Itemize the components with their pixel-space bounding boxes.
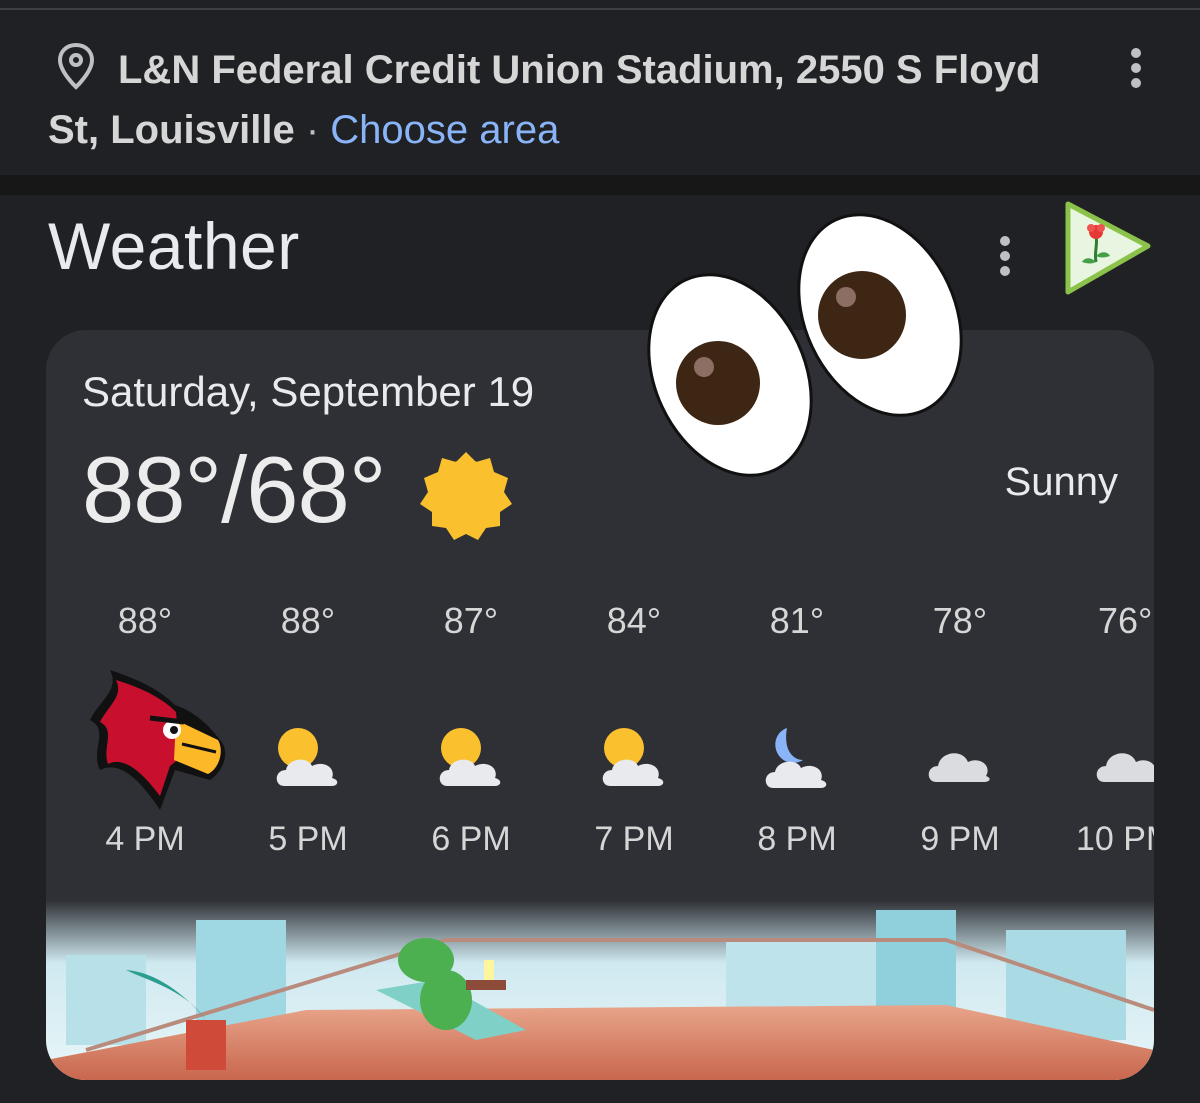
choose-area-link[interactable]: Choose area [330, 108, 559, 152]
hour-item[interactable]: 76° 10 PM [1048, 600, 1154, 859]
location-line-1: L&N Federal Credit Union Stadium, 2550 S… [118, 48, 1041, 92]
hour-temp: 76° [1098, 600, 1153, 641]
partly-cloudy-night-icon [765, 728, 827, 788]
hour-temp: 81° [769, 600, 825, 641]
hour-label: 7 PM [594, 820, 674, 858]
section-divider [0, 175, 1200, 195]
hour-label: 10 PM [1076, 820, 1154, 858]
hour-label: 9 PM [920, 820, 1000, 858]
location-more-icon[interactable] [1130, 48, 1142, 88]
hour-item[interactable]: 87° 6 PM [396, 600, 546, 859]
cloudy-icon [1096, 753, 1154, 782]
hour-label: 6 PM [431, 820, 511, 858]
condition-text: Sunny [1004, 460, 1118, 504]
location-line-2: St, Louisville [48, 108, 295, 152]
hour-temp: 87° [443, 600, 499, 641]
hour-temp: 88° [280, 600, 336, 641]
eyes-emoji-sticker [647, 213, 963, 477]
hour-item[interactable]: 81° 8 PM [722, 600, 872, 859]
high-low-temps: 88°/68° [82, 437, 386, 542]
hour-item[interactable]: 78° 9 PM [885, 600, 1035, 859]
hour-label: 5 PM [268, 820, 348, 858]
separator: · [305, 108, 320, 152]
partly-cloudy-icon [602, 728, 664, 786]
cloudy-icon [928, 753, 990, 782]
sun-icon [420, 452, 512, 540]
partly-cloudy-icon [276, 728, 338, 786]
hour-item[interactable]: 84° 7 PM [559, 600, 709, 859]
hour-label: 8 PM [757, 820, 837, 858]
weather-more-icon[interactable] [999, 236, 1011, 276]
hour-item[interactable]: 88° 5 PM [233, 600, 383, 859]
weather-title: Weather [48, 209, 300, 283]
hour-temp: 84° [606, 600, 662, 641]
forecast-date: Saturday, September 19 [82, 368, 535, 415]
location-text: L&N Federal Credit Union Stadium, 2550 S… [48, 40, 1068, 160]
hour-temp: 88° [117, 600, 173, 641]
cardinal-logo [90, 670, 226, 810]
top-border [0, 0, 1200, 10]
play-store-icon[interactable] [1062, 200, 1154, 296]
hour-temp: 78° [932, 600, 988, 641]
weather-illustration [46, 900, 1154, 1080]
partly-cloudy-icon [439, 728, 501, 786]
hour-label: 4 PM [105, 820, 185, 858]
